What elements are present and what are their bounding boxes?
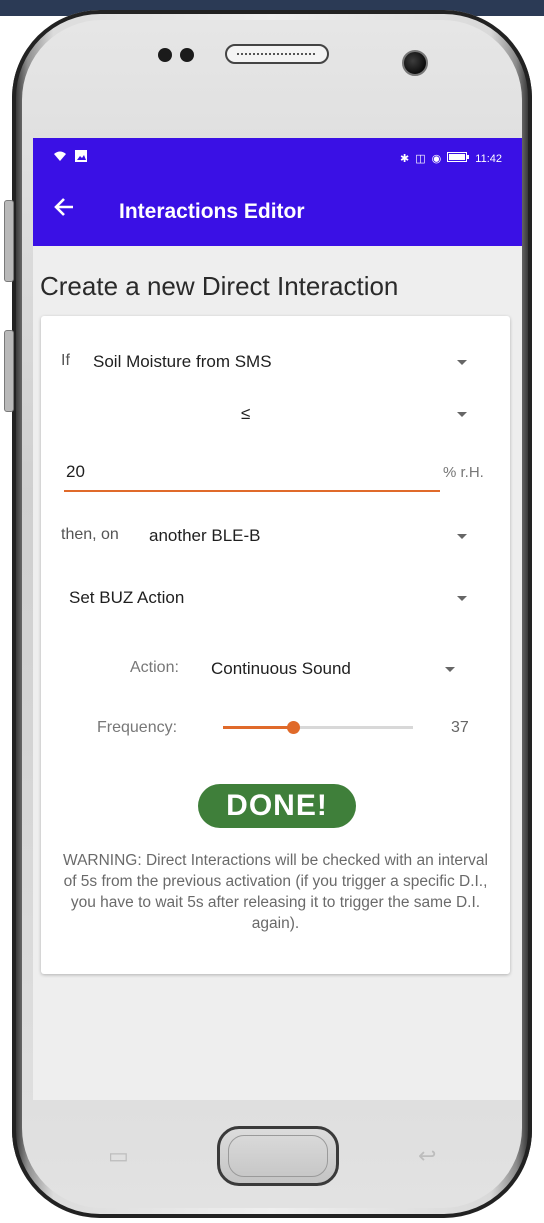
volume-button — [4, 200, 14, 282]
if-label: If — [61, 352, 70, 369]
threshold-input[interactable] — [64, 454, 440, 492]
frequency-slider-thumb[interactable] — [287, 721, 301, 734]
action-type-value: Set BUZ Action — [69, 588, 185, 607]
front-camera — [402, 50, 428, 76]
chevron-down-icon — [445, 667, 455, 672]
recent-apps-icon[interactable]: ▭ — [108, 1143, 129, 1169]
operator-dropdown-value: ≤ — [241, 404, 251, 423]
action-label: Action: — [130, 659, 179, 676]
wifi-icon — [53, 150, 71, 165]
home-button[interactable] — [217, 1126, 339, 1186]
chevron-down-icon — [457, 412, 467, 417]
phone-screen: ✱ ◫ ◉ 11:42 Interactions Editor Create a… — [33, 138, 522, 1100]
sensor-dropdown[interactable]: Soil Moisture from SMS — [89, 342, 489, 382]
app-bar: Interactions Editor — [33, 178, 522, 246]
frequency-label: Frequency: — [97, 719, 178, 736]
sensor-dropdown-value: Soil Moisture from SMS — [93, 352, 272, 371]
frequency-value: 37 — [451, 719, 469, 736]
image-icon — [74, 150, 87, 165]
frequency-slider[interactable] — [223, 721, 413, 734]
target-device-value: another BLE-B — [149, 526, 261, 545]
threshold-unit: % r.H. — [443, 464, 484, 481]
then-on-label: then, on — [61, 526, 119, 543]
location-icon: ◉ — [431, 153, 442, 165]
battery-icon — [447, 152, 470, 165]
back-key-icon[interactable]: ↩ — [418, 1143, 436, 1169]
chevron-down-icon — [457, 534, 467, 539]
frequency-slider-fill — [223, 726, 294, 729]
done-button[interactable]: DONE! — [198, 784, 356, 828]
status-bar: ✱ ◫ ◉ 11:42 — [33, 138, 522, 178]
action-dropdown[interactable]: Continuous Sound — [205, 649, 465, 689]
proximity-sensor — [158, 48, 172, 62]
target-device-dropdown[interactable]: another BLE-B — [143, 516, 489, 556]
chevron-down-icon — [457, 360, 467, 365]
earpiece-speaker — [225, 44, 329, 64]
app-title: Interactions Editor — [119, 200, 305, 223]
action-dropdown-value: Continuous Sound — [211, 659, 351, 678]
vibrate-icon: ◫ — [415, 153, 426, 165]
interaction-form-card: If Soil Moisture from SMS ≤ % r.H. then,… — [41, 316, 510, 974]
status-right-icons: ✱ ◫ ◉ 11:42 — [400, 152, 502, 165]
side-button — [4, 330, 14, 412]
arrow-left-icon[interactable] — [53, 196, 75, 226]
action-type-dropdown[interactable]: Set BUZ Action — [61, 578, 489, 618]
status-left-icons — [53, 150, 87, 165]
light-sensor — [180, 48, 194, 62]
bluetooth-icon: ✱ — [400, 153, 410, 165]
chevron-down-icon — [457, 596, 467, 601]
clock-time: 11:42 — [475, 152, 502, 165]
operator-dropdown[interactable]: ≤ — [89, 394, 489, 434]
warning-text: WARNING: Direct Interactions will be che… — [63, 852, 488, 932]
page-heading: Create a new Direct Interaction — [40, 271, 399, 301]
